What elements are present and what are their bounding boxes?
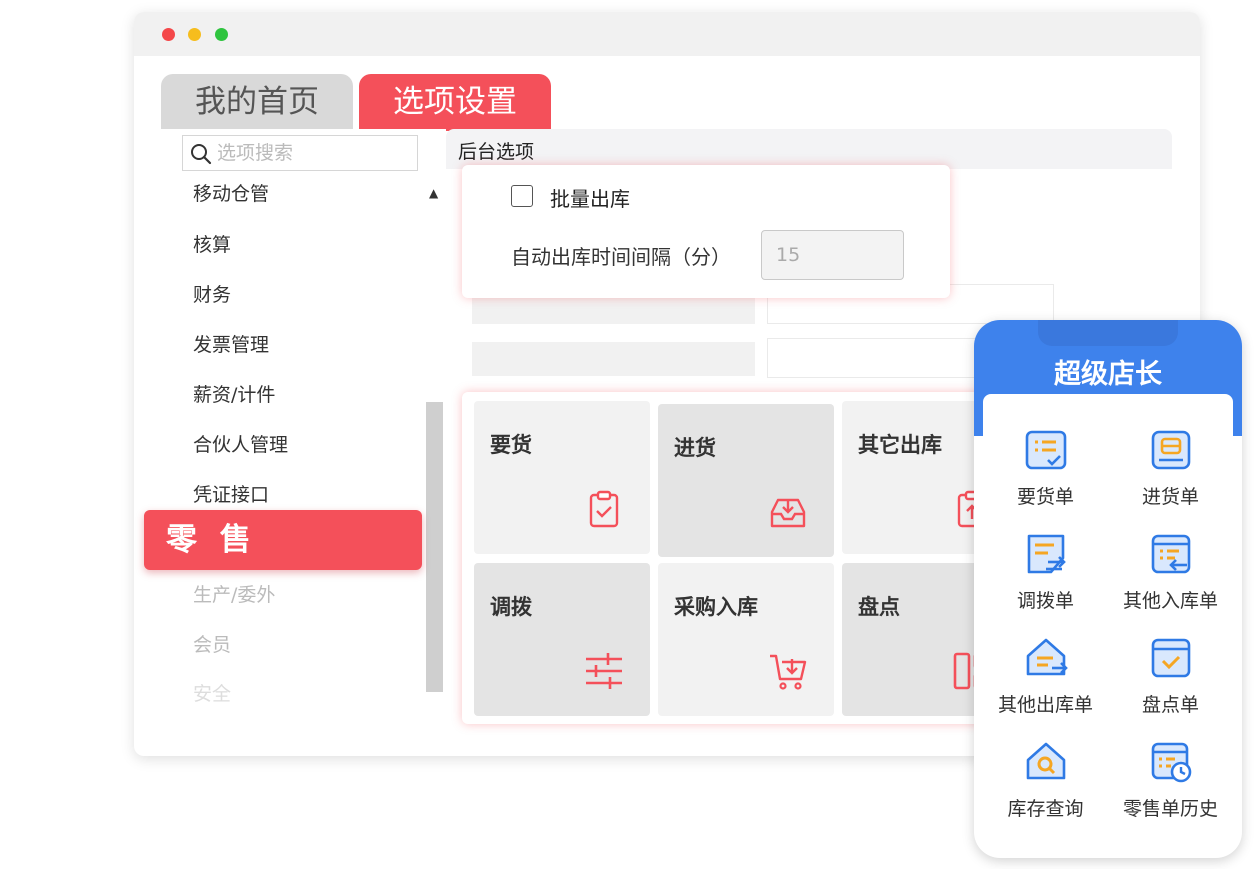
app-other-outbound-order[interactable]: 其他出库单 [983, 626, 1108, 730]
tile-label: 要货 [490, 433, 532, 457]
app-inventory-query[interactable]: 库存查询 [983, 730, 1108, 834]
tile-label: 采购入库 [674, 595, 758, 619]
interval-label: 自动出库时间间隔（分） [511, 245, 731, 269]
sidebar-item-mobile-warehouse[interactable]: 移动仓管 [193, 179, 269, 206]
batch-outbound-checkbox[interactable] [511, 185, 533, 207]
app-grid: 要货单 进货单 调拨单 其他入库单 其他出库单 盘点单 库存查询 零售单历史 [983, 394, 1233, 854]
app-label: 进货单 [1141, 486, 1199, 508]
maximize-window-button[interactable] [215, 28, 228, 41]
sidebar-item-voucher[interactable]: 凭证接口 [193, 480, 269, 507]
house-search-icon [1026, 742, 1066, 780]
phone-notch [1038, 320, 1178, 346]
batch-outbound-option-panel: 批量出库 自动出库时间间隔（分） [462, 165, 950, 298]
sidebar-item-security[interactable]: 安全 [193, 679, 231, 706]
sliders-icon [586, 653, 622, 689]
app-retail-history[interactable]: 零售单历史 [1108, 730, 1233, 834]
tab-home[interactable]: 我的首页 [161, 74, 353, 131]
inbox-download-icon [770, 498, 806, 528]
cart-download-icon [770, 654, 807, 690]
sidebar-item-accounting[interactable]: 核算 [193, 230, 231, 257]
scrollbar-thumb[interactable] [426, 402, 443, 692]
tile-purchase[interactable]: 进货 [658, 404, 834, 557]
sidebar-item-member[interactable]: 会员 [193, 630, 231, 657]
app-label: 盘点单 [1141, 694, 1199, 716]
app-label: 要货单 [1016, 486, 1074, 508]
batch-outbound-label: 批量出库 [550, 187, 630, 211]
content-header: 后台选项 [446, 129, 1172, 169]
app-purchase-order[interactable]: 进货单 [1108, 418, 1233, 522]
tile-requisition[interactable]: 要货 [474, 401, 650, 554]
mobile-app-card: 超级店长 要货单 进货单 调拨单 其他入库单 其他出库单 盘点单 库存查询 零售… [974, 320, 1242, 858]
interval-input[interactable] [761, 230, 904, 280]
title-bar [134, 12, 1200, 56]
placeholder-row [472, 342, 755, 376]
app-label: 其他出库单 [997, 694, 1093, 716]
sidebar-item-finance[interactable]: 财务 [193, 280, 231, 307]
tile-label: 其它出库 [858, 433, 942, 457]
search-icon [191, 144, 212, 165]
check-window-icon [1151, 638, 1191, 678]
tile-transfer[interactable]: 调拨 [474, 563, 650, 716]
app-requisition-order[interactable]: 要货单 [983, 418, 1108, 522]
app-label: 库存查询 [1007, 798, 1084, 820]
sidebar-item-production[interactable]: 生产/委外 [193, 580, 275, 607]
tab-option-settings[interactable]: 选项设置 [359, 74, 551, 131]
sidebar-item-retail[interactable]: 零 售 [144, 510, 422, 570]
close-window-button[interactable] [162, 28, 175, 41]
minimize-window-button[interactable] [188, 28, 201, 41]
tile-label: 调拨 [490, 595, 532, 619]
list-check-icon [1025, 430, 1067, 470]
app-stocktake-order[interactable]: 盘点单 [1108, 626, 1233, 730]
option-search-box[interactable] [182, 135, 418, 171]
sidebar-scrollbar[interactable]: ▲ [426, 182, 443, 702]
clipboard-check-icon [589, 490, 619, 528]
tile-purchase-inbound[interactable]: 采购入库 [658, 563, 834, 716]
content-header-title: 后台选项 [458, 141, 535, 163]
box-icon [1151, 430, 1191, 470]
inbound-doc-icon [1151, 534, 1191, 574]
sidebar-item-payroll[interactable]: 薪资/计件 [193, 380, 275, 407]
phone-title: 超级店长 [1054, 359, 1162, 390]
app-label: 其他入库单 [1122, 590, 1218, 612]
app-transfer-order[interactable]: 调拨单 [983, 522, 1108, 626]
sidebar-item-invoice[interactable]: 发票管理 [193, 330, 269, 357]
options-sidebar: 移动仓管 核算 财务 发票管理 薪资/计件 合伙人管理 凭证接口 生产/委外 会… [161, 129, 446, 709]
app-other-inbound-order[interactable]: 其他入库单 [1108, 522, 1233, 626]
app-label: 零售单历史 [1122, 798, 1218, 820]
sidebar-item-partner[interactable]: 合伙人管理 [193, 430, 288, 457]
tile-label: 进货 [674, 436, 716, 460]
transfer-doc-icon [1027, 534, 1066, 574]
tile-label: 盘点 [858, 595, 900, 619]
outbound-house-icon [1026, 638, 1068, 676]
scroll-up-arrow-icon[interactable]: ▲ [429, 186, 438, 200]
option-search-input[interactable] [217, 139, 407, 167]
function-tiles: 要货 进货 其它出库 调拨 采购入库 盘点 [462, 392, 1022, 724]
app-label: 调拨单 [1016, 590, 1074, 612]
history-doc-icon [1151, 742, 1192, 783]
